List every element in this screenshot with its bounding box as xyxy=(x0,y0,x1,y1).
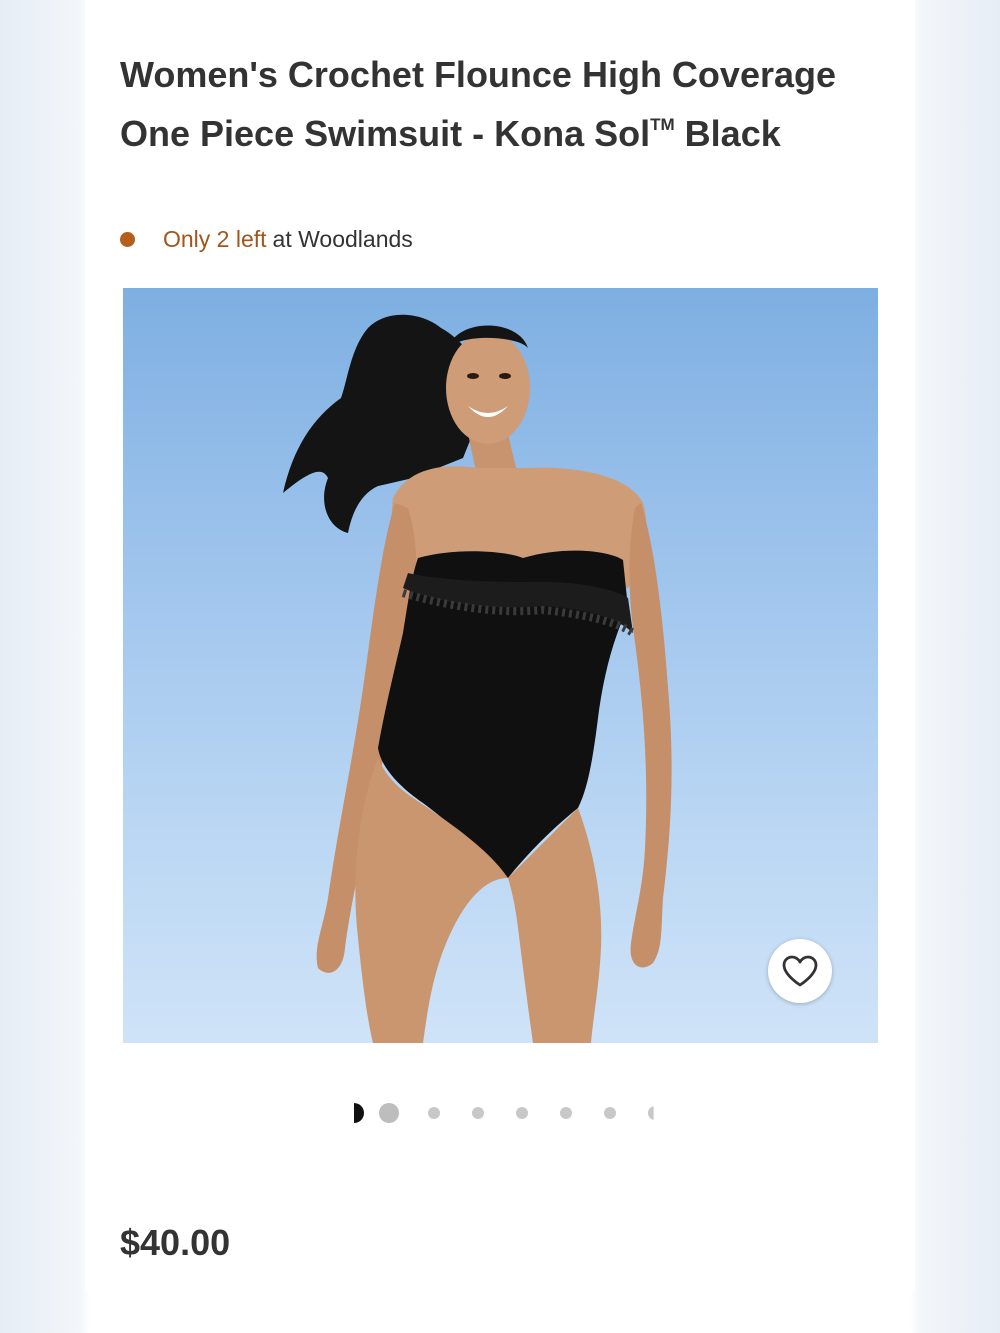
stock-count[interactable]: Only 2 left xyxy=(163,226,267,253)
store-name: at Woodlands xyxy=(272,225,413,252)
product-price: $40.00 xyxy=(120,1222,231,1263)
product-image[interactable] xyxy=(123,288,878,1043)
trademark-symbol: TM xyxy=(650,115,675,134)
product-title-color: Black xyxy=(674,113,781,154)
carousel-dot-partial[interactable] xyxy=(648,1106,654,1120)
stock-status: Only 2 left at Woodlands xyxy=(120,224,413,254)
carousel-dot[interactable] xyxy=(604,1107,616,1119)
favorite-button[interactable] xyxy=(768,939,832,1003)
carousel-dot[interactable] xyxy=(516,1107,528,1119)
product-title: Women's Crochet Flounce High Coverage On… xyxy=(120,50,880,159)
status-dot-icon xyxy=(120,231,135,247)
heart-icon xyxy=(782,955,818,987)
carousel-dot-active[interactable] xyxy=(354,1103,364,1123)
model-illustration xyxy=(283,314,672,1043)
carousel-dot[interactable] xyxy=(560,1107,572,1119)
image-carousel-dots xyxy=(330,1098,670,1128)
carousel-dot[interactable] xyxy=(379,1103,399,1123)
carousel-dot[interactable] xyxy=(428,1107,440,1119)
carousel-dot[interactable] xyxy=(472,1107,484,1119)
